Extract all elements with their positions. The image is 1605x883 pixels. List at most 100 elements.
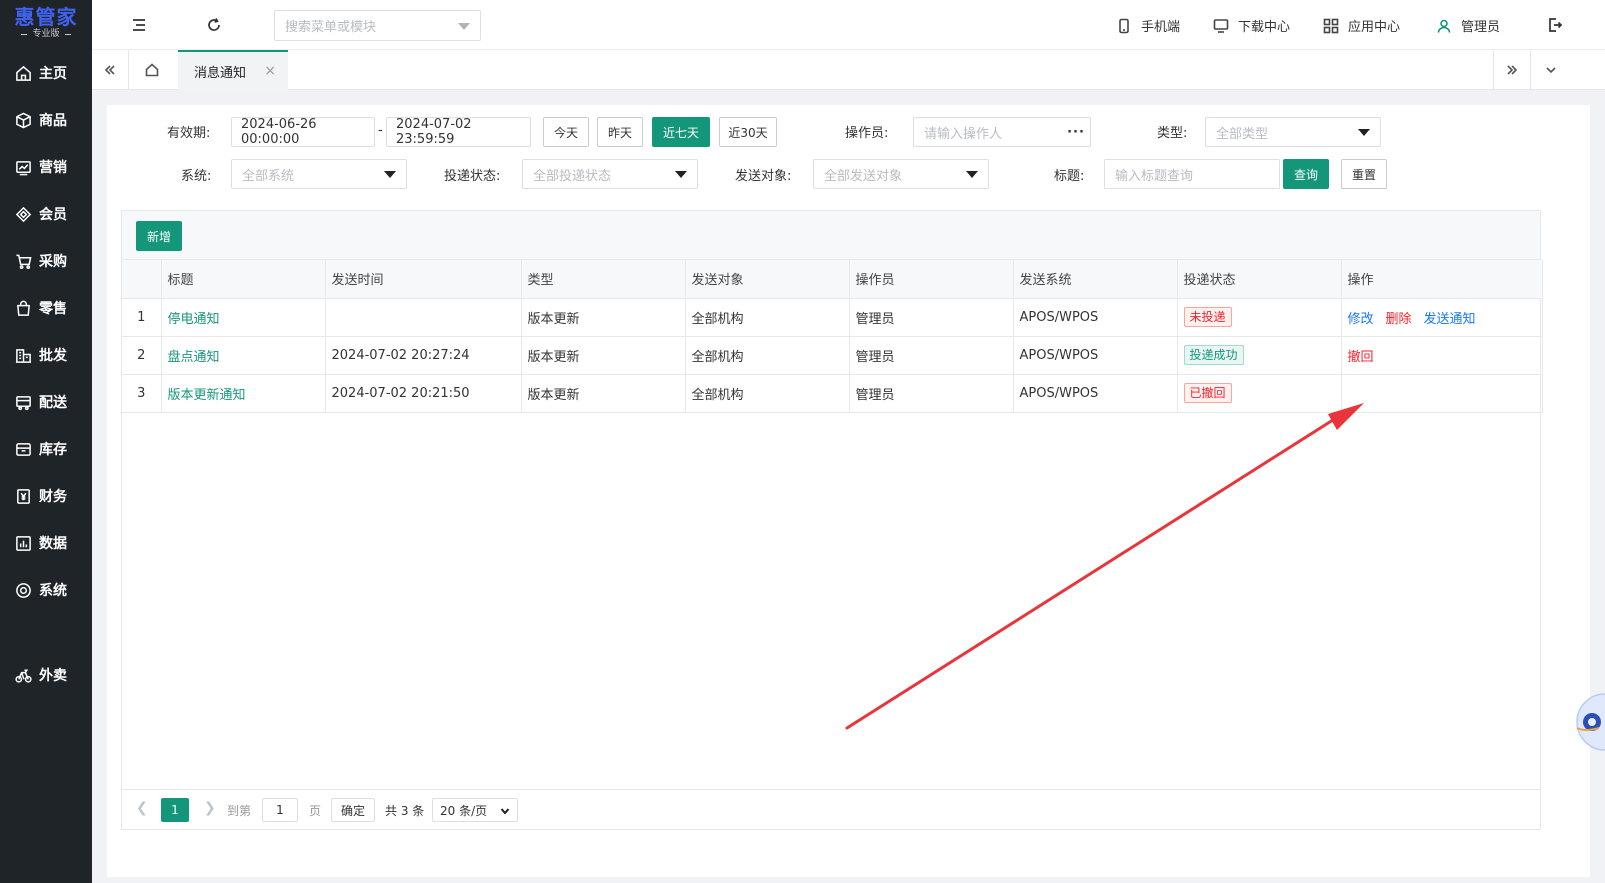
row-index: 1 <box>137 309 146 325</box>
tabs-scroll-left-icon[interactable] <box>92 50 128 90</box>
row-type-cell: 版本更新 <box>521 298 686 337</box>
row-title[interactable]: 版本更新通知 <box>168 388 246 403</box>
query-button[interactable]: 查询 <box>1283 159 1329 189</box>
row-send-system-cell: APOS/WPOS <box>1013 374 1178 413</box>
tabs-dropdown-icon[interactable] <box>1533 50 1569 90</box>
floating-assistant-icon[interactable] <box>1575 692 1605 752</box>
add-button[interactable]: 新增 <box>136 221 182 251</box>
logout-icon[interactable] <box>1545 15 1565 35</box>
date-start-input[interactable]: 2024-06-26 00:00:00 <box>231 117 375 147</box>
row-title[interactable]: 停电通知 <box>168 312 220 327</box>
mobile-link[interactable]: 手机端 <box>1116 16 1180 35</box>
row-type-cell: 版本更新 <box>521 374 686 413</box>
monitor-icon <box>1213 18 1229 33</box>
row-type: 版本更新 <box>527 387 580 403</box>
system-select[interactable]: 全部系统 <box>231 159 407 189</box>
logo-title: 惠管家 <box>14 5 78 29</box>
notification-table: 标题 发送时间 类型 发送对象 操作员 发送系统 投递状态 操作 1 停电通知 版本… <box>122 260 1543 413</box>
title-search-placeholder: 输入标题查询 <box>1115 168 1194 184</box>
home-tab-icon[interactable] <box>134 50 170 90</box>
download-center-link[interactable]: 下载中心 <box>1213 16 1290 35</box>
table-header-row: 标题 发送时间 类型 发送对象 操作员 发送系统 投递状态 操作 <box>122 260 1543 299</box>
bar-chart-icon <box>16 535 31 551</box>
row-title[interactable]: 盘点通知 <box>168 350 220 365</box>
row-operator: 管理员 <box>855 311 895 327</box>
menu-search-select[interactable]: 搜索菜单或模块 <box>274 10 481 41</box>
sidebar-item-members[interactable]: 会员 <box>0 194 92 234</box>
delivery-status-value: 全部投递状态 <box>533 168 612 184</box>
sidebar-item-takeout[interactable]: 外卖 <box>0 655 92 695</box>
row-send-time-cell: 2024-07-02 20:27:24 <box>325 336 522 375</box>
row-send-target: 全部机构 <box>691 349 744 365</box>
row-send-system-cell: APOS/WPOS <box>1013 298 1178 337</box>
sidebar-item-label: 数据 <box>39 536 67 552</box>
delivery-status-select[interactable]: 全部投递状态 <box>522 159 698 189</box>
row-operator: 管理员 <box>855 387 895 403</box>
last-30-days-button[interactable]: 近30天 <box>719 117 777 147</box>
box-icon <box>16 112 31 128</box>
sidebar-item-system[interactable]: 系统 <box>0 570 92 610</box>
row-status-cell: 未投递 <box>1177 298 1342 337</box>
settings-icon <box>16 582 31 598</box>
col-send-time: 发送时间 <box>325 260 522 299</box>
total-count: 共 3 条 <box>385 804 425 818</box>
system-label: 系统: <box>181 169 212 184</box>
sidebar-item-label: 零售 <box>39 301 67 317</box>
more-icon[interactable]: ··· <box>1062 118 1090 146</box>
app-center-link[interactable]: 应用中心 <box>1323 16 1400 35</box>
reset-button[interactable]: 重置 <box>1341 159 1387 189</box>
page-size-select[interactable]: 20 条/页 <box>432 798 518 822</box>
tabs-scroll-right-icon[interactable] <box>1494 50 1530 90</box>
search-placeholder: 搜索菜单或模块 <box>285 20 377 35</box>
mobile-link-label: 手机端 <box>1141 20 1181 35</box>
row-action-link[interactable]: 删除 <box>1386 312 1412 327</box>
tabs-bar: 消息通知 × <box>92 50 1605 90</box>
row-action-link[interactable]: 发送通知 <box>1424 312 1476 327</box>
last-7-days-button[interactable]: 近七天 <box>652 117 710 147</box>
goto-confirm-button[interactable]: 确定 <box>331 798 375 822</box>
row-title-cell: 版本更新通知 <box>161 374 326 413</box>
tab-label: 消息通知 <box>194 65 247 81</box>
bag-icon <box>16 300 31 316</box>
goto-page-input[interactable]: 1 <box>262 798 298 822</box>
warehouse-icon <box>16 442 31 456</box>
sidebar-item-products[interactable]: 商品 <box>0 100 92 140</box>
close-icon[interactable]: × <box>264 63 276 79</box>
refresh-icon[interactable] <box>204 15 224 35</box>
sidebar-item-delivery[interactable]: 配送 <box>0 382 92 422</box>
row-actions-cell: 修改 删除 发送通知 <box>1341 298 1543 337</box>
date-separator: - <box>378 123 383 138</box>
date-end-input[interactable]: 2024-07-02 23:59:59 <box>386 117 531 147</box>
sidebar-item-purchase[interactable]: 采购 <box>0 241 92 281</box>
title-search-input[interactable]: 输入标题查询 <box>1104 159 1280 189</box>
sidebar-item-marketing[interactable]: 营销 <box>0 147 92 187</box>
chevron-down-icon <box>675 171 687 178</box>
table-container: 新增 标题 发送时间 类型 发送对象 操作员 发送系统 投递状态 操作 1 停电… <box>121 210 1543 830</box>
send-target-select[interactable]: 全部发送对象 <box>813 159 989 189</box>
table-row: 1 停电通知 版本更新 全部机构 管理员 APOS/WPOS 未投递 修改 删除 发送通知 <box>122 298 1543 337</box>
user-menu[interactable]: 管理员 <box>1436 16 1500 35</box>
sidebar-item-wholesale[interactable]: 批发 <box>0 335 92 375</box>
yesterday-button[interactable]: 昨天 <box>597 117 643 147</box>
row-action-link[interactable]: 修改 <box>1348 312 1374 327</box>
type-select[interactable]: 全部类型 <box>1205 117 1381 147</box>
truck-icon <box>16 395 31 410</box>
operator-input[interactable]: 请输入操作人 ··· <box>913 117 1091 147</box>
sidebar-item-finance[interactable]: 财务 <box>0 476 92 516</box>
menu-toggle-icon[interactable] <box>129 15 149 35</box>
chevron-down-icon <box>458 23 470 30</box>
sidebar-item-label: 批发 <box>39 348 67 364</box>
tab-message-notification[interactable]: 消息通知 × <box>178 50 288 90</box>
sidebar-item-retail[interactable]: 零售 <box>0 288 92 328</box>
sidebar-item-home[interactable]: 主页 <box>0 53 92 93</box>
row-send-system: APOS/WPOS <box>1019 309 1099 325</box>
col-index <box>122 260 162 299</box>
user-name: 管理员 <box>1461 20 1501 35</box>
today-button[interactable]: 今天 <box>543 117 589 147</box>
row-action-link[interactable]: 撤回 <box>1348 350 1374 365</box>
page-1-button[interactable]: 1 <box>161 798 189 822</box>
prev-page-icon[interactable]: ❮ <box>136 800 148 816</box>
sidebar-item-inventory[interactable]: 库存 <box>0 429 92 469</box>
next-page-icon[interactable]: ❯ <box>204 800 216 816</box>
sidebar-item-data[interactable]: 数据 <box>0 523 92 563</box>
